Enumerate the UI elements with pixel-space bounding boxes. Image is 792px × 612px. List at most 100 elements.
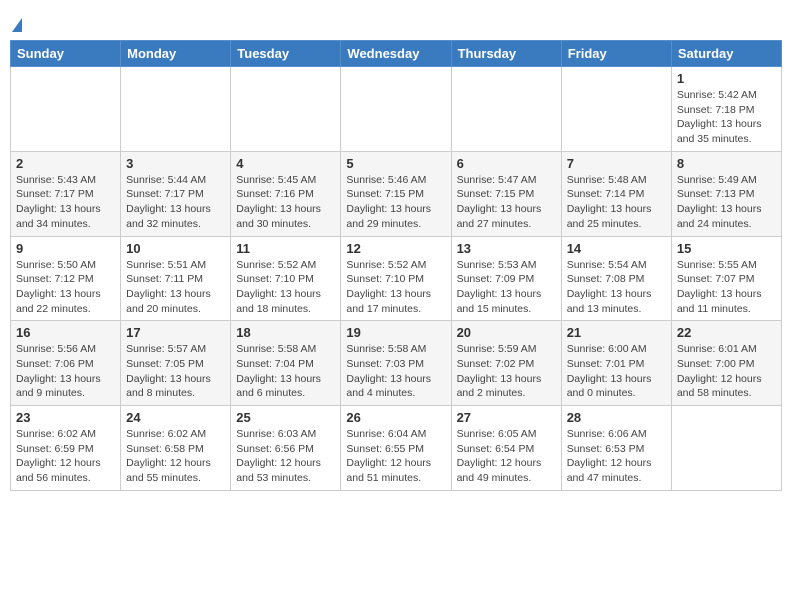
column-header-monday: Monday	[121, 41, 231, 67]
day-number: 2	[16, 156, 115, 171]
calendar-cell: 21 Sunrise: 6:00 AM Sunset: 7:01 PM Dayli…	[561, 321, 671, 406]
calendar-cell: 13 Sunrise: 5:53 AM Sunset: 7:09 PM Dayli…	[451, 236, 561, 321]
day-detail: Sunrise: 6:02 AM Sunset: 6:59 PM Dayligh…	[16, 427, 115, 486]
day-number: 20	[457, 325, 556, 340]
calendar-cell: 15 Sunrise: 5:55 AM Sunset: 7:07 PM Dayli…	[671, 236, 781, 321]
day-detail: Sunrise: 5:58 AM Sunset: 7:03 PM Dayligh…	[346, 342, 445, 401]
day-detail: Sunrise: 6:00 AM Sunset: 7:01 PM Dayligh…	[567, 342, 666, 401]
day-detail: Sunrise: 5:42 AM Sunset: 7:18 PM Dayligh…	[677, 88, 776, 147]
day-number: 14	[567, 241, 666, 256]
day-detail: Sunrise: 5:45 AM Sunset: 7:16 PM Dayligh…	[236, 173, 335, 232]
day-number: 28	[567, 410, 666, 425]
day-detail: Sunrise: 6:06 AM Sunset: 6:53 PM Dayligh…	[567, 427, 666, 486]
calendar-cell	[671, 406, 781, 491]
calendar-cell: 1 Sunrise: 5:42 AM Sunset: 7:18 PM Daylig…	[671, 67, 781, 152]
day-number: 24	[126, 410, 225, 425]
day-number: 1	[677, 71, 776, 86]
column-header-tuesday: Tuesday	[231, 41, 341, 67]
day-number: 4	[236, 156, 335, 171]
day-number: 22	[677, 325, 776, 340]
day-detail: Sunrise: 6:02 AM Sunset: 6:58 PM Dayligh…	[126, 427, 225, 486]
day-detail: Sunrise: 5:44 AM Sunset: 7:17 PM Dayligh…	[126, 173, 225, 232]
day-detail: Sunrise: 6:05 AM Sunset: 6:54 PM Dayligh…	[457, 427, 556, 486]
calendar-cell: 28 Sunrise: 6:06 AM Sunset: 6:53 PM Dayli…	[561, 406, 671, 491]
day-detail: Sunrise: 5:50 AM Sunset: 7:12 PM Dayligh…	[16, 258, 115, 317]
calendar-week-row: 16 Sunrise: 5:56 AM Sunset: 7:06 PM Dayli…	[11, 321, 782, 406]
day-detail: Sunrise: 5:59 AM Sunset: 7:02 PM Dayligh…	[457, 342, 556, 401]
calendar-cell	[11, 67, 121, 152]
calendar-cell: 16 Sunrise: 5:56 AM Sunset: 7:06 PM Dayli…	[11, 321, 121, 406]
day-detail: Sunrise: 5:55 AM Sunset: 7:07 PM Dayligh…	[677, 258, 776, 317]
calendar-cell: 18 Sunrise: 5:58 AM Sunset: 7:04 PM Dayli…	[231, 321, 341, 406]
calendar-week-row: 9 Sunrise: 5:50 AM Sunset: 7:12 PM Daylig…	[11, 236, 782, 321]
calendar-cell: 10 Sunrise: 5:51 AM Sunset: 7:11 PM Dayli…	[121, 236, 231, 321]
day-detail: Sunrise: 5:54 AM Sunset: 7:08 PM Dayligh…	[567, 258, 666, 317]
day-number: 21	[567, 325, 666, 340]
calendar-cell: 20 Sunrise: 5:59 AM Sunset: 7:02 PM Dayli…	[451, 321, 561, 406]
calendar-cell: 23 Sunrise: 6:02 AM Sunset: 6:59 PM Dayli…	[11, 406, 121, 491]
day-number: 15	[677, 241, 776, 256]
day-detail: Sunrise: 5:47 AM Sunset: 7:15 PM Dayligh…	[457, 173, 556, 232]
day-detail: Sunrise: 6:01 AM Sunset: 7:00 PM Dayligh…	[677, 342, 776, 401]
day-number: 3	[126, 156, 225, 171]
calendar-cell: 5 Sunrise: 5:46 AM Sunset: 7:15 PM Daylig…	[341, 151, 451, 236]
calendar-cell: 26Sunrise: 6:04 AM Sunset: 6:55 PM Dayli…	[341, 406, 451, 491]
calendar-cell: 9 Sunrise: 5:50 AM Sunset: 7:12 PM Daylig…	[11, 236, 121, 321]
calendar-cell: 17 Sunrise: 5:57 AM Sunset: 7:05 PM Dayli…	[121, 321, 231, 406]
calendar-cell: 2 Sunrise: 5:43 AM Sunset: 7:17 PM Daylig…	[11, 151, 121, 236]
calendar-cell: 6 Sunrise: 5:47 AM Sunset: 7:15 PM Daylig…	[451, 151, 561, 236]
calendar-cell: 19 Sunrise: 5:58 AM Sunset: 7:03 PM Dayli…	[341, 321, 451, 406]
day-number: 23	[16, 410, 115, 425]
calendar-week-row: 1 Sunrise: 5:42 AM Sunset: 7:18 PM Daylig…	[11, 67, 782, 152]
calendar-header-row: SundayMondayTuesdayWednesdayThursdayFrid…	[11, 41, 782, 67]
day-detail: Sunrise: 5:51 AM Sunset: 7:11 PM Dayligh…	[126, 258, 225, 317]
logo-triangle-icon	[12, 18, 22, 32]
calendar-cell: 14 Sunrise: 5:54 AM Sunset: 7:08 PM Dayli…	[561, 236, 671, 321]
day-number: 8	[677, 156, 776, 171]
day-number: 9	[16, 241, 115, 256]
day-number: 16	[16, 325, 115, 340]
day-detail: Sunrise: 5:53 AM Sunset: 7:09 PM Dayligh…	[457, 258, 556, 317]
calendar-cell	[561, 67, 671, 152]
day-number: 18	[236, 325, 335, 340]
day-detail: Sunrise: 5:56 AM Sunset: 7:06 PM Dayligh…	[16, 342, 115, 401]
column-header-thursday: Thursday	[451, 41, 561, 67]
day-number: 25	[236, 410, 335, 425]
day-detail: Sunrise: 5:49 AM Sunset: 7:13 PM Dayligh…	[677, 173, 776, 232]
calendar-cell: 12 Sunrise: 5:52 AM Sunset: 7:10 PM Dayli…	[341, 236, 451, 321]
day-detail: Sunrise: 5:48 AM Sunset: 7:14 PM Dayligh…	[567, 173, 666, 232]
day-detail: Sunrise: 5:43 AM Sunset: 7:17 PM Dayligh…	[16, 173, 115, 232]
calendar-cell: 7 Sunrise: 5:48 AM Sunset: 7:14 PM Daylig…	[561, 151, 671, 236]
day-number: 13	[457, 241, 556, 256]
calendar-cell: 22 Sunrise: 6:01 AM Sunset: 7:00 PM Dayli…	[671, 321, 781, 406]
column-header-wednesday: Wednesday	[341, 41, 451, 67]
day-number: 12	[346, 241, 445, 256]
column-header-friday: Friday	[561, 41, 671, 67]
day-number: 10	[126, 241, 225, 256]
column-header-sunday: Sunday	[11, 41, 121, 67]
calendar-cell: 4 Sunrise: 5:45 AM Sunset: 7:16 PM Daylig…	[231, 151, 341, 236]
calendar-week-row: 2 Sunrise: 5:43 AM Sunset: 7:17 PM Daylig…	[11, 151, 782, 236]
day-number: 5	[346, 156, 445, 171]
day-detail: Sunrise: 5:46 AM Sunset: 7:15 PM Dayligh…	[346, 173, 445, 232]
day-detail: Sunrise: 5:57 AM Sunset: 7:05 PM Dayligh…	[126, 342, 225, 401]
day-detail: Sunrise: 5:58 AM Sunset: 7:04 PM Dayligh…	[236, 342, 335, 401]
day-detail: Sunrise: 5:52 AM Sunset: 7:10 PM Dayligh…	[346, 258, 445, 317]
calendar-cell: 3 Sunrise: 5:44 AM Sunset: 7:17 PM Daylig…	[121, 151, 231, 236]
day-number: 11	[236, 241, 335, 256]
calendar-cell	[451, 67, 561, 152]
calendar-week-row: 23 Sunrise: 6:02 AM Sunset: 6:59 PM Dayli…	[11, 406, 782, 491]
calendar-cell	[121, 67, 231, 152]
day-number: 7	[567, 156, 666, 171]
day-number: 17	[126, 325, 225, 340]
day-number: 19	[346, 325, 445, 340]
calendar-cell: 25Sunrise: 6:03 AM Sunset: 6:56 PM Dayli…	[231, 406, 341, 491]
calendar-table: SundayMondayTuesdayWednesdayThursdayFrid…	[10, 40, 782, 491]
calendar-cell	[341, 67, 451, 152]
calendar-cell: 11Sunrise: 5:52 AM Sunset: 7:10 PM Dayli…	[231, 236, 341, 321]
calendar-cell: 8 Sunrise: 5:49 AM Sunset: 7:13 PM Daylig…	[671, 151, 781, 236]
day-number: 27	[457, 410, 556, 425]
day-number: 26	[346, 410, 445, 425]
logo	[10, 18, 22, 32]
day-number: 6	[457, 156, 556, 171]
